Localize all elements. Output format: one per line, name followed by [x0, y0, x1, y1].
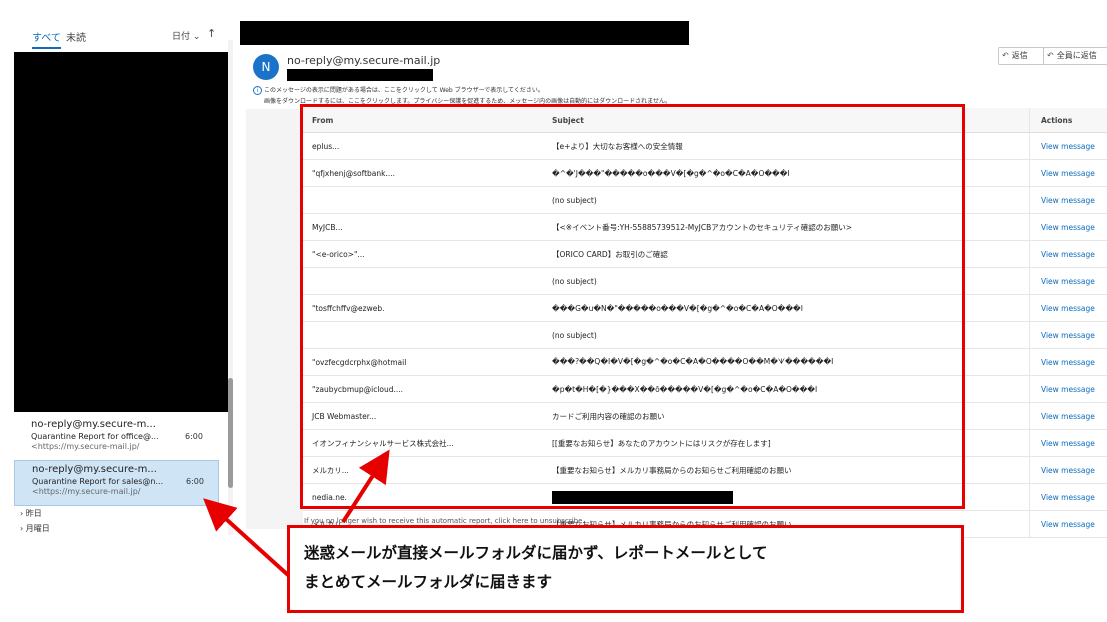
annotation-callout: 迷惑メールが直接メールフォルダに届かず、レポートメールとして まとめてメールフォ…	[287, 525, 964, 613]
arrow-to-mail	[203, 498, 290, 577]
arrow-to-table	[341, 449, 390, 524]
callout-text: 迷惑メールが直接メールフォルダに届かず、レポートメールとして まとめてメールフォ…	[304, 544, 768, 591]
